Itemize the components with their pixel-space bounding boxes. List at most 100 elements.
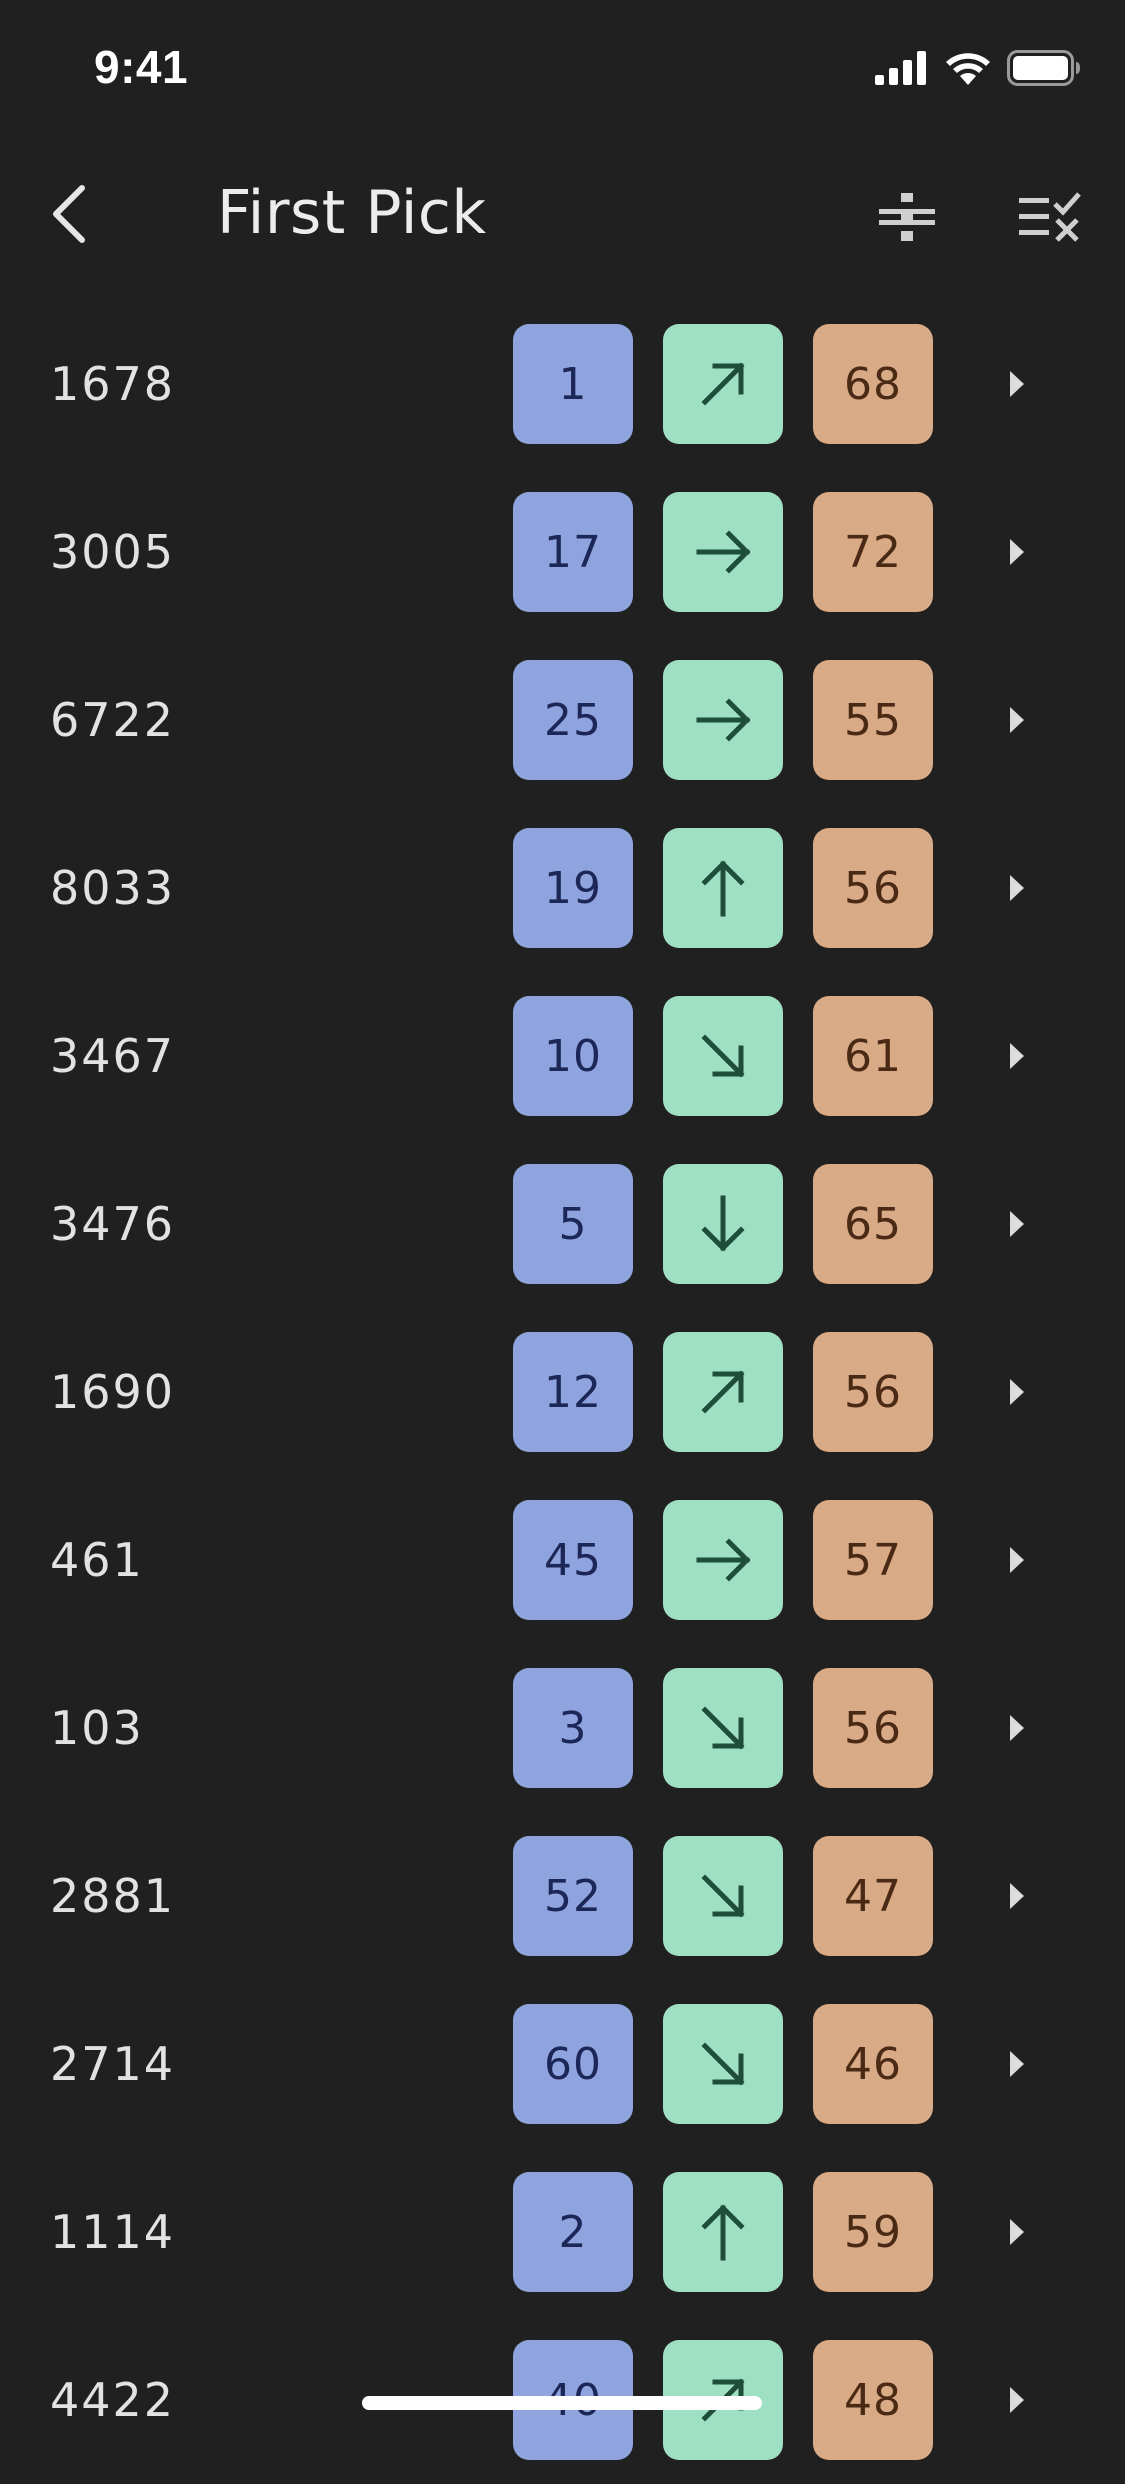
score-badge: 72 bbox=[813, 492, 933, 612]
disclosure-triangle-icon[interactable] bbox=[1005, 1542, 1029, 1578]
trend-badge bbox=[663, 324, 783, 444]
list-clear-icon bbox=[1019, 192, 1081, 246]
arrow-down-right-icon bbox=[701, 2042, 745, 2086]
arrow-right-icon bbox=[696, 530, 751, 574]
team-number: 4422 bbox=[50, 2373, 176, 2427]
list-row[interactable]: 3476 5 65 bbox=[0, 1140, 1125, 1308]
chevron-left-icon bbox=[48, 184, 88, 248]
rank-badge: 3 bbox=[513, 1668, 633, 1788]
home-indicator bbox=[362, 2396, 762, 2410]
arrow-right-icon bbox=[696, 1538, 751, 1582]
arrow-down-icon bbox=[701, 1195, 745, 1252]
score-badge: 47 bbox=[813, 1836, 933, 1956]
rank-badge: 25 bbox=[513, 660, 633, 780]
team-number: 3467 bbox=[50, 1029, 176, 1083]
score-badge: 61 bbox=[813, 996, 933, 1116]
rank-badge: 12 bbox=[513, 1332, 633, 1452]
trend-badge bbox=[663, 1500, 783, 1620]
score-badge: 65 bbox=[813, 1164, 933, 1284]
trend-badge bbox=[663, 2172, 783, 2292]
score-badge: 68 bbox=[813, 324, 933, 444]
filter-button[interactable] bbox=[872, 184, 942, 254]
team-number: 103 bbox=[50, 1701, 144, 1755]
back-button[interactable] bbox=[36, 180, 100, 252]
rank-badge: 5 bbox=[513, 1164, 633, 1284]
trend-badge bbox=[663, 1332, 783, 1452]
disclosure-triangle-icon[interactable] bbox=[1005, 1038, 1029, 1074]
team-number: 3005 bbox=[50, 525, 176, 579]
arrow-up-icon bbox=[701, 2204, 745, 2261]
arrow-up-right-icon bbox=[701, 362, 745, 406]
rank-badge: 1 bbox=[513, 324, 633, 444]
cellular-signal-icon bbox=[875, 51, 929, 89]
trend-badge bbox=[663, 2004, 783, 2124]
list-row[interactable]: 6722 25 55 bbox=[0, 636, 1125, 804]
status-icons bbox=[875, 50, 1081, 90]
rank-badge: 2 bbox=[513, 2172, 633, 2292]
disclosure-triangle-icon[interactable] bbox=[1005, 2046, 1029, 2082]
arrow-down-right-icon bbox=[701, 1706, 745, 1750]
disclosure-triangle-icon[interactable] bbox=[1005, 1710, 1029, 1746]
rank-badge: 19 bbox=[513, 828, 633, 948]
team-number: 6722 bbox=[50, 693, 176, 747]
score-badge: 55 bbox=[813, 660, 933, 780]
score-badge: 46 bbox=[813, 2004, 933, 2124]
trend-badge bbox=[663, 1836, 783, 1956]
pick-list: 1678 1 68 3005 17 72 6722 25 55 8033 19 56 3467 10 61 3… bbox=[0, 300, 1125, 2484]
score-badge: 56 bbox=[813, 828, 933, 948]
arrow-up-right-icon bbox=[701, 1370, 745, 1414]
list-row[interactable]: 103 3 56 bbox=[0, 1644, 1125, 1812]
team-number: 8033 bbox=[50, 861, 176, 915]
list-row[interactable]: 2714 60 46 bbox=[0, 1980, 1125, 2148]
list-row[interactable]: 2881 52 47 bbox=[0, 1812, 1125, 1980]
score-badge: 59 bbox=[813, 2172, 933, 2292]
trend-badge bbox=[663, 492, 783, 612]
filter-icon bbox=[879, 193, 935, 245]
list-row[interactable]: 3467 10 61 bbox=[0, 972, 1125, 1140]
list-row[interactable]: 8033 19 56 bbox=[0, 804, 1125, 972]
disclosure-triangle-icon[interactable] bbox=[1005, 2214, 1029, 2250]
disclosure-triangle-icon[interactable] bbox=[1005, 534, 1029, 570]
list-row[interactable]: 1690 12 56 bbox=[0, 1308, 1125, 1476]
disclosure-triangle-icon[interactable] bbox=[1005, 1374, 1029, 1410]
trend-badge bbox=[663, 828, 783, 948]
list-row[interactable]: 461 45 57 bbox=[0, 1476, 1125, 1644]
trend-badge bbox=[663, 660, 783, 780]
trend-badge bbox=[663, 1668, 783, 1788]
status-time: 9:41 bbox=[94, 41, 189, 93]
score-badge: 56 bbox=[813, 1332, 933, 1452]
list-row[interactable]: 1114 2 59 bbox=[0, 2148, 1125, 2316]
arrow-up-icon bbox=[701, 860, 745, 917]
team-number: 2714 bbox=[50, 2037, 176, 2091]
team-number: 461 bbox=[50, 1533, 144, 1587]
disclosure-triangle-icon[interactable] bbox=[1005, 870, 1029, 906]
disclosure-triangle-icon[interactable] bbox=[1005, 2382, 1029, 2418]
page-title: First Pick bbox=[217, 178, 487, 248]
score-badge: 48 bbox=[813, 2340, 933, 2460]
rank-badge: 45 bbox=[513, 1500, 633, 1620]
trend-badge bbox=[663, 996, 783, 1116]
rank-badge: 10 bbox=[513, 996, 633, 1116]
score-badge: 56 bbox=[813, 1668, 933, 1788]
disclosure-triangle-icon[interactable] bbox=[1005, 1206, 1029, 1242]
team-number: 1678 bbox=[50, 357, 176, 411]
disclosure-triangle-icon[interactable] bbox=[1005, 1878, 1029, 1914]
battery-icon bbox=[1007, 50, 1081, 90]
nav-bar: First Pick bbox=[0, 160, 1125, 272]
trend-badge bbox=[663, 1164, 783, 1284]
arrow-down-right-icon bbox=[701, 1874, 745, 1918]
arrow-down-right-icon bbox=[701, 1034, 745, 1078]
rank-badge: 52 bbox=[513, 1836, 633, 1956]
disclosure-triangle-icon[interactable] bbox=[1005, 702, 1029, 738]
status-bar: 9:41 bbox=[0, 0, 1125, 132]
list-row[interactable]: 3005 17 72 bbox=[0, 468, 1125, 636]
team-number: 1114 bbox=[50, 2205, 176, 2259]
list-row[interactable]: 1678 1 68 bbox=[0, 300, 1125, 468]
rank-badge: 60 bbox=[513, 2004, 633, 2124]
team-number: 2881 bbox=[50, 1869, 176, 1923]
arrow-right-icon bbox=[696, 698, 751, 742]
wifi-icon bbox=[945, 51, 991, 89]
team-number: 1690 bbox=[50, 1365, 176, 1419]
clear-list-button[interactable] bbox=[1014, 184, 1086, 254]
disclosure-triangle-icon[interactable] bbox=[1005, 366, 1029, 402]
